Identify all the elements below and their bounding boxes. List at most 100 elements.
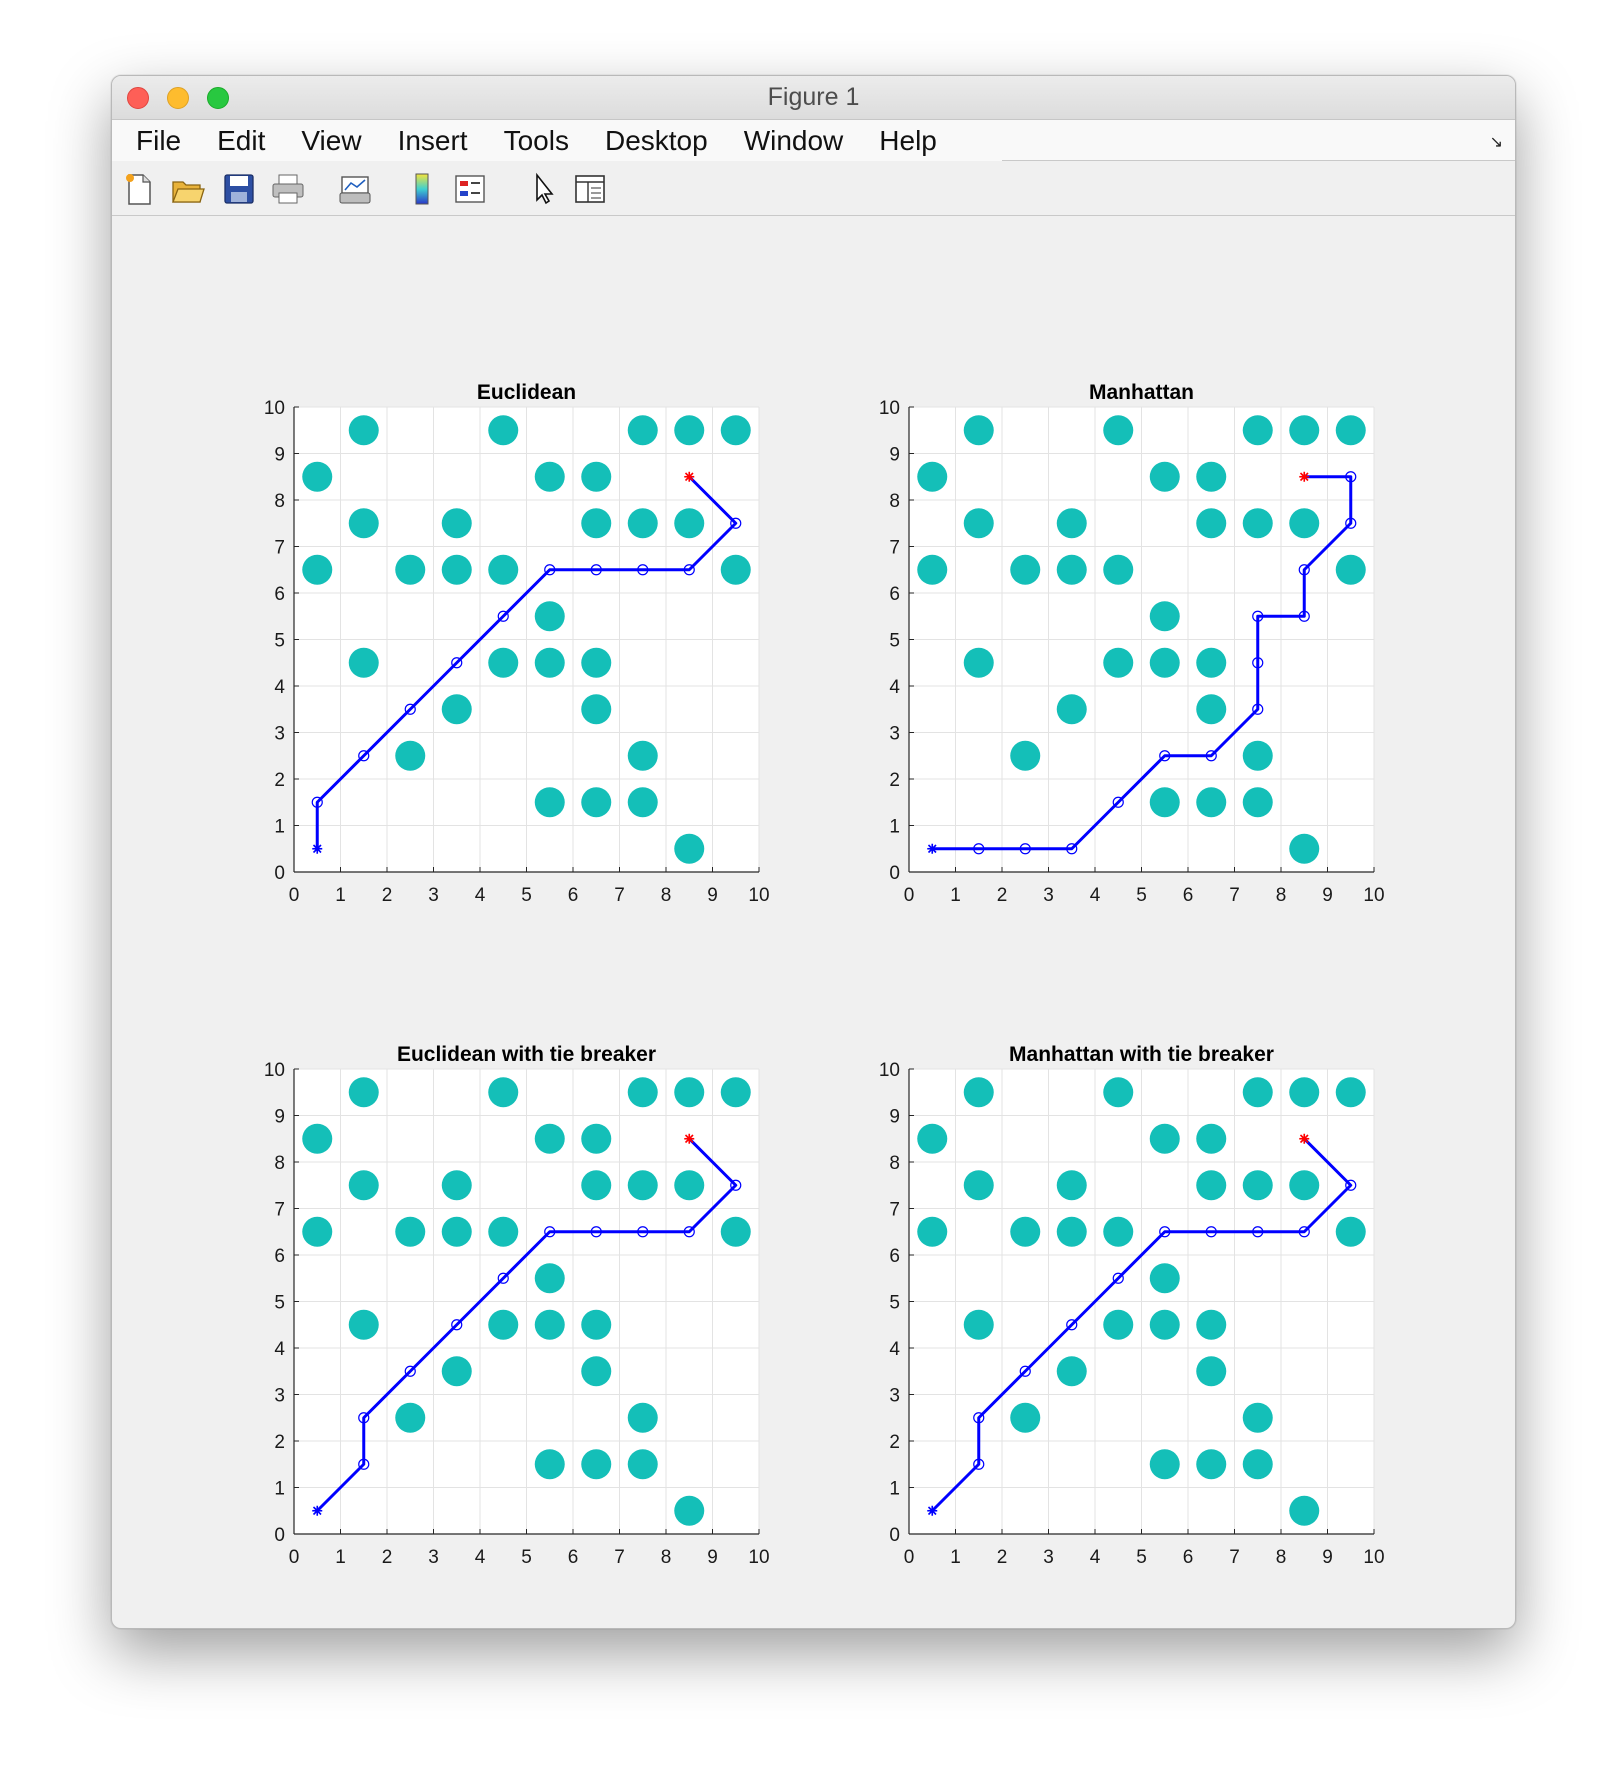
menu-view[interactable]: View (283, 120, 379, 161)
obstacle-point (534, 647, 565, 678)
obstacle-point (488, 554, 519, 585)
y-tick-label: 8 (274, 1153, 285, 1174)
link-plot-icon[interactable] (337, 171, 373, 207)
y-tick-label: 6 (889, 1246, 900, 1267)
dock-figure-icon[interactable]: ↘ (1490, 132, 1503, 152)
obstacle-point (1010, 1402, 1041, 1433)
obstacle-point (534, 787, 565, 818)
new-figure-icon[interactable] (121, 171, 157, 207)
print-icon[interactable] (270, 171, 306, 207)
obstacle-point (720, 554, 751, 585)
obstacle-point (963, 647, 994, 678)
menu-file[interactable]: File (118, 120, 199, 161)
obstacle-point (1196, 1170, 1227, 1201)
x-tick-label: 9 (1322, 885, 1333, 906)
save-icon[interactable] (221, 171, 257, 207)
obstacle-point (302, 461, 333, 492)
menu-edit[interactable]: Edit (199, 120, 283, 161)
obstacle-point (488, 1077, 519, 1108)
menu-tools[interactable]: Tools (486, 120, 587, 161)
figure-window: Figure 1 File Edit View Insert Tools Des… (111, 75, 1516, 1629)
y-tick-label: 3 (889, 724, 900, 745)
x-tick-label: 4 (1090, 885, 1101, 906)
obstacle-point (534, 461, 565, 492)
obstacle-point (302, 554, 333, 585)
obstacle-point (1242, 1449, 1273, 1480)
obstacle-point (581, 1449, 612, 1480)
obstacle-point (1289, 1495, 1320, 1526)
goal-marker (684, 471, 695, 482)
y-tick-label: 10 (879, 1060, 900, 1081)
obstacle-point (1056, 508, 1087, 539)
x-tick-label: 9 (707, 885, 718, 906)
y-tick-label: 0 (274, 863, 285, 884)
obstacle-point (395, 1216, 426, 1247)
obstacle-point (488, 1309, 519, 1340)
menu-window[interactable]: Window (726, 120, 862, 161)
menu-divider (1002, 160, 1515, 161)
goal-marker (1299, 1133, 1310, 1144)
obstacle-point (534, 1449, 565, 1480)
x-tick-label: 0 (289, 885, 300, 906)
obstacle-point (1149, 1263, 1180, 1294)
open-file-icon[interactable] (170, 171, 206, 207)
y-tick-label: 4 (889, 1339, 900, 1360)
obstacle-point (1196, 694, 1227, 725)
obstacle-point (348, 508, 379, 539)
x-tick-label: 3 (428, 1547, 439, 1568)
obstacle-point (1196, 1449, 1227, 1480)
x-tick-label: 2 (997, 1547, 1008, 1568)
obstacle-point (441, 508, 472, 539)
y-tick-label: 1 (274, 817, 285, 838)
obstacle-point (963, 1309, 994, 1340)
obstacle-point (627, 508, 658, 539)
obstacle-point (627, 740, 658, 771)
obstacle-point (1010, 554, 1041, 585)
obstacle-point (720, 415, 751, 446)
menu-desktop[interactable]: Desktop (587, 120, 726, 161)
obstacle-point (1196, 1309, 1227, 1340)
goal-marker (1299, 471, 1310, 482)
obstacle-point (581, 1170, 612, 1201)
y-tick-label: 0 (274, 1525, 285, 1546)
obstacle-point (1010, 740, 1041, 771)
menu-help[interactable]: Help (861, 120, 955, 161)
obstacle-point (1289, 508, 1320, 539)
obstacle-point (1196, 461, 1227, 492)
obstacle-point (581, 508, 612, 539)
obstacle-point (581, 1356, 612, 1387)
obstacle-point (302, 1216, 333, 1247)
obstacle-point (1149, 461, 1180, 492)
obstacle-point (1242, 740, 1273, 771)
y-tick-label: 1 (889, 817, 900, 838)
obstacle-point (1056, 1170, 1087, 1201)
figure-toolbar (112, 162, 1515, 216)
pointer-icon[interactable] (526, 171, 562, 207)
y-tick-label: 5 (274, 1293, 285, 1314)
legend-icon[interactable] (452, 171, 488, 207)
obstacle-point (302, 1123, 333, 1154)
x-tick-label: 0 (904, 1547, 915, 1568)
obstacle-point (720, 1216, 751, 1247)
obstacle-point (534, 1309, 565, 1340)
colorbar-icon[interactable] (404, 171, 440, 207)
y-tick-label: 7 (889, 1200, 900, 1221)
obstacle-point (1103, 554, 1134, 585)
obstacle-point (488, 647, 519, 678)
title-bar[interactable]: Figure 1 (112, 76, 1515, 120)
x-tick-label: 5 (1136, 885, 1147, 906)
y-tick-label: 9 (274, 445, 285, 466)
obstacle-point (488, 1216, 519, 1247)
obstacle-point (534, 601, 565, 632)
obstacle-point (348, 647, 379, 678)
x-tick-label: 6 (568, 885, 579, 906)
obstacle-point (441, 694, 472, 725)
property-inspector-icon[interactable] (572, 171, 608, 207)
obstacle-point (627, 1449, 658, 1480)
y-tick-label: 5 (889, 631, 900, 652)
x-tick-label: 8 (1276, 885, 1287, 906)
x-tick-label: 1 (950, 885, 961, 906)
x-tick-label: 6 (1183, 885, 1194, 906)
menu-insert[interactable]: Insert (380, 120, 486, 161)
x-tick-label: 8 (661, 885, 672, 906)
